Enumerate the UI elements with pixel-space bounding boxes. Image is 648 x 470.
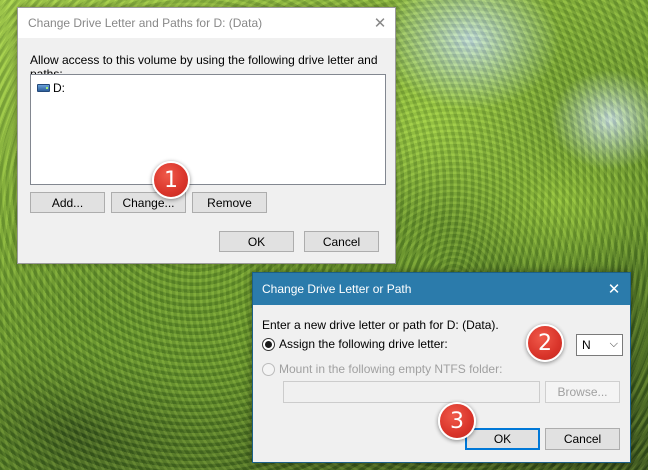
drive-letter-value: N	[582, 338, 591, 352]
remove-button[interactable]: Remove	[192, 192, 267, 213]
change-drive-letter-paths-dialog: Change Drive Letter and Paths for D: (Da…	[17, 7, 396, 264]
dialog-title: Change Drive Letter and Paths for D: (Da…	[28, 16, 263, 30]
mount-folder-option[interactable]: Mount in the following empty NTFS folder…	[262, 362, 502, 376]
step-2-badge: 2	[526, 324, 564, 362]
close-icon[interactable]: ✕	[365, 8, 395, 38]
radio-unchecked-icon[interactable]	[262, 362, 275, 376]
cancel-button[interactable]: Cancel	[545, 428, 620, 450]
chevron-down-icon: ⌵	[609, 338, 618, 350]
step-1-badge: 1	[152, 161, 190, 199]
dialog-titlebar: Change Drive Letter and Paths for D: (Da…	[18, 8, 395, 38]
dialog-titlebar: Change Drive Letter or Path ✕	[253, 273, 630, 305]
list-item[interactable]: D:	[37, 80, 65, 95]
paths-listbox[interactable]: D:	[30, 74, 386, 185]
drive-icon	[37, 83, 50, 92]
assign-letter-option[interactable]: Assign the following drive letter:	[262, 337, 448, 351]
drive-letter-select[interactable]: N ⌵	[576, 334, 623, 356]
dialog-title: Change Drive Letter or Path	[262, 282, 412, 296]
step-3-badge: 3	[438, 402, 476, 440]
ok-button[interactable]: OK	[465, 428, 540, 450]
close-icon[interactable]: ✕	[598, 273, 630, 305]
change-drive-letter-or-path-dialog: Change Drive Letter or Path ✕ Enter a ne…	[252, 272, 631, 463]
assign-letter-label: Assign the following drive letter:	[279, 337, 448, 351]
dialog-prompt: Enter a new drive letter or path for D: …	[262, 318, 499, 332]
browse-button[interactable]: Browse...	[545, 381, 620, 403]
radio-checked-icon[interactable]	[262, 337, 275, 351]
add-button[interactable]: Add...	[30, 192, 105, 213]
list-item-label: D:	[53, 80, 65, 95]
mount-folder-label: Mount in the following empty NTFS folder…	[279, 362, 503, 376]
ok-button[interactable]: OK	[219, 231, 294, 252]
cancel-button[interactable]: Cancel	[304, 231, 379, 252]
folder-path-input[interactable]	[283, 381, 540, 403]
